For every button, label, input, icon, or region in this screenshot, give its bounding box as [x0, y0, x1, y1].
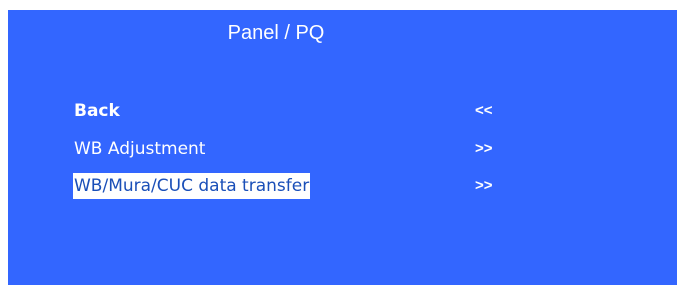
osd-menu-panel: Panel / PQ Back << WB Adjustment >> WB/M…	[8, 10, 677, 285]
submenu-arrow-icon: >>	[475, 140, 493, 157]
menu-item-wb-adjustment[interactable]: WB Adjustment >>	[73, 136, 553, 162]
menu-item-back[interactable]: Back <<	[73, 98, 553, 124]
menu-list: Back << WB Adjustment >> WB/Mura/CUC dat…	[8, 10, 677, 285]
menu-item-label: WB Adjustment	[74, 139, 206, 159]
menu-item-label: WB/Mura/CUC data transfer	[73, 173, 311, 199]
menu-item-wb-mura-cuc-transfer[interactable]: WB/Mura/CUC data transfer >>	[73, 173, 553, 199]
back-arrow-icon: <<	[475, 102, 493, 119]
submenu-arrow-icon: >>	[475, 177, 493, 194]
menu-item-label: Back	[74, 101, 120, 121]
